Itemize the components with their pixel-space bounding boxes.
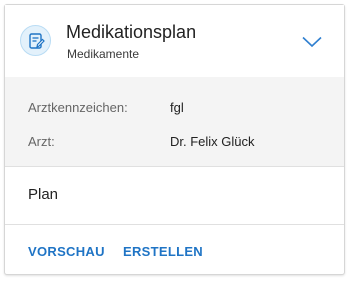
medication-plan-card: Medikationsplan Medikamente Arztkennzeic… [4, 4, 345, 275]
doctor-name-value: Dr. Felix Glück [170, 134, 255, 149]
doctor-id-value: fgl [170, 100, 184, 115]
preview-button[interactable]: VORSCHAU [28, 244, 105, 259]
card-subtitle: Medikamente [67, 47, 140, 61]
card-title: Medikationsplan [66, 22, 197, 42]
doctor-details: Arztkennzeichen: fgl Arzt: Dr. Felix Glü… [5, 77, 344, 167]
chevron-down-icon[interactable] [302, 35, 322, 48]
card-header[interactable]: Medikationsplan Medikamente [5, 5, 344, 78]
document-edit-icon [20, 25, 51, 56]
doctor-name-label: Arzt: [28, 134, 55, 149]
create-button[interactable]: ERSTELLEN [123, 244, 203, 259]
plan-section: Plan [5, 167, 344, 225]
doctor-id-label: Arztkennzeichen: [28, 100, 128, 115]
plan-label: Plan [28, 186, 59, 203]
card-actions: VORSCHAU ERSTELLEN [5, 225, 344, 275]
